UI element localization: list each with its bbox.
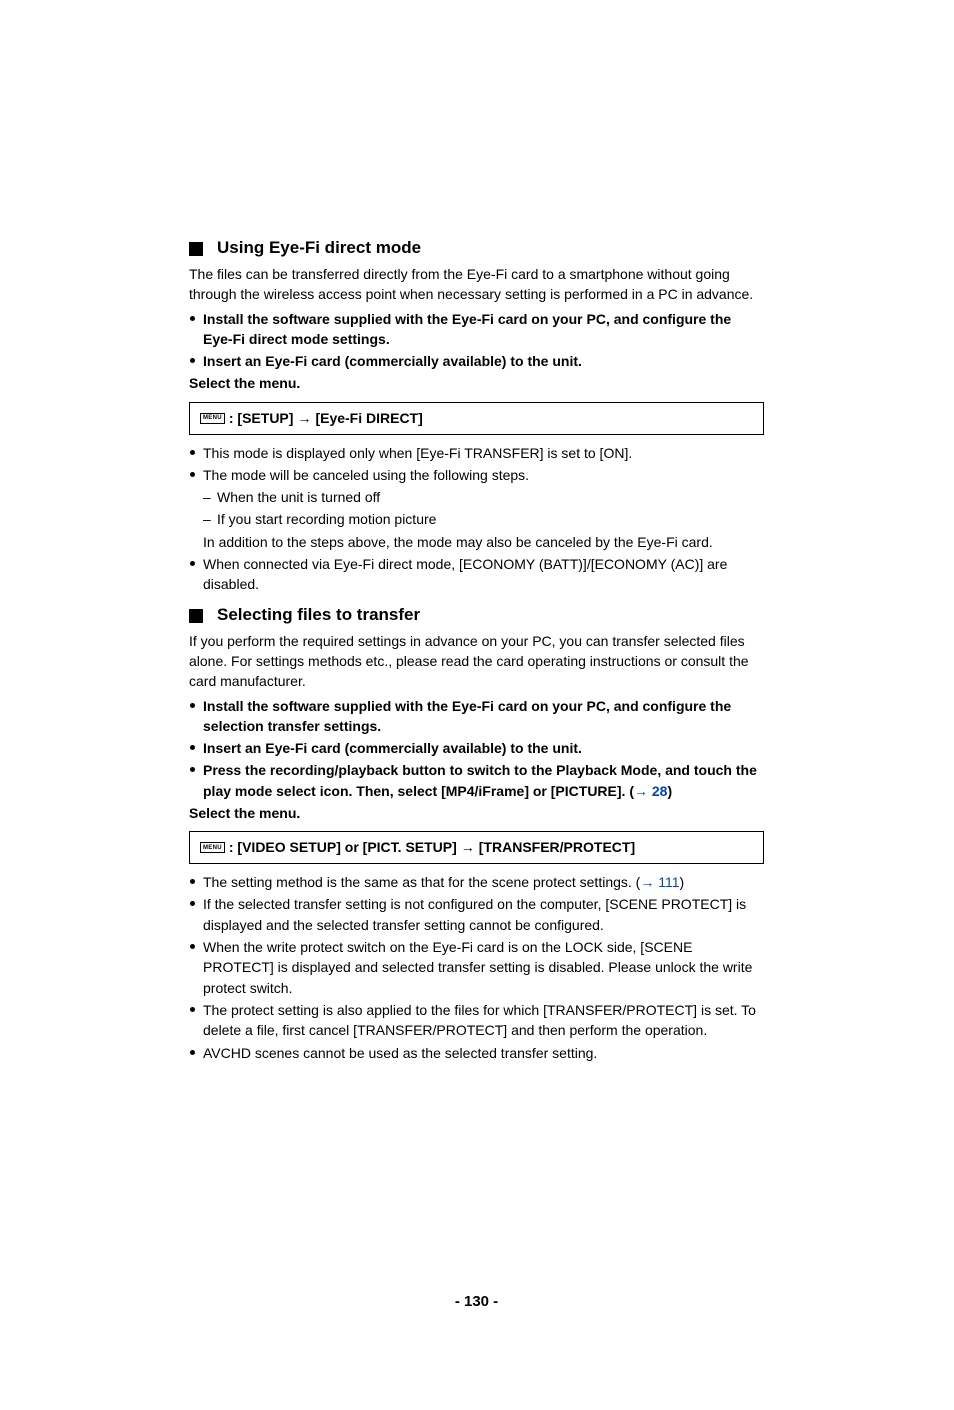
close-paren: ) [680, 874, 685, 890]
menu-icon: MENU [200, 842, 225, 853]
page-ref-link[interactable]: 111 [658, 874, 679, 890]
menu-path-segment: [TRANSFER/PROTECT] [479, 839, 635, 856]
note-bullet: This mode is displayed only when [Eye-Fi… [189, 443, 764, 463]
square-bullet-icon [189, 242, 203, 256]
note-bullet: When the write protect switch on the Eye… [189, 937, 764, 998]
document-page: Using Eye-Fi direct mode The files can b… [0, 0, 954, 1410]
sub-note: If you start recording motion picture [189, 509, 764, 529]
arrow-icon: → [461, 839, 475, 856]
note-bullet: AVCHD scenes cannot be used as the selec… [189, 1043, 764, 1063]
sub-note-plain: In addition to the steps above, the mode… [189, 532, 764, 552]
instruction-bullet: Press the recording/playback button to s… [189, 760, 764, 801]
square-bullet-icon [189, 609, 203, 623]
instruction-text: Press the recording/playback button to s… [203, 762, 757, 798]
intro-paragraph: The files can be transferred directly fr… [189, 264, 764, 305]
note-bullet: When connected via Eye-Fi direct mode, [… [189, 554, 764, 595]
note-text: The setting method is the same as that f… [203, 874, 640, 890]
close-paren: ) [667, 783, 672, 799]
note-bullet: If the selected transfer setting is not … [189, 894, 764, 935]
page-ref-link[interactable]: 28 [652, 783, 668, 799]
page-ref-arrow: → [640, 874, 658, 890]
intro-paragraph: If you perform the required settings in … [189, 631, 764, 692]
menu-path-box: MENU : [SETUP] → [Eye-Fi DIRECT] [189, 402, 764, 435]
page-ref-arrow: → [634, 783, 652, 799]
note-bullet: The setting method is the same as that f… [189, 872, 764, 892]
menu-path-box: MENU : [VIDEO SETUP] or [PICT. SETUP] → … [189, 831, 764, 864]
section-heading-eyefi-direct: Using Eye-Fi direct mode [189, 238, 764, 258]
heading-text: Selecting files to transfer [217, 605, 420, 625]
section-heading-selecting-files: Selecting files to transfer [189, 605, 764, 625]
page-number: - 130 - [189, 1293, 764, 1310]
sub-note: When the unit is turned off [189, 487, 764, 507]
menu-path-segment: : [SETUP] [229, 410, 294, 427]
instruction-bullet: Install the software supplied with the E… [189, 309, 764, 350]
select-menu-label: Select the menu. [189, 803, 764, 823]
note-bullet: The protect setting is also applied to t… [189, 1000, 764, 1041]
menu-path-segment: [Eye-Fi DIRECT] [315, 410, 422, 427]
select-menu-label: Select the menu. [189, 373, 764, 393]
note-bullet: The mode will be canceled using the foll… [189, 465, 764, 485]
arrow-icon: → [297, 410, 311, 427]
instruction-bullet: Insert an Eye-Fi card (commercially avai… [189, 738, 764, 758]
instruction-bullet: Install the software supplied with the E… [189, 696, 764, 737]
menu-path-segment: : [VIDEO SETUP] or [PICT. SETUP] [229, 839, 457, 856]
instruction-bullet: Insert an Eye-Fi card (commercially avai… [189, 351, 764, 371]
menu-icon: MENU [200, 413, 225, 424]
heading-text: Using Eye-Fi direct mode [217, 238, 421, 258]
